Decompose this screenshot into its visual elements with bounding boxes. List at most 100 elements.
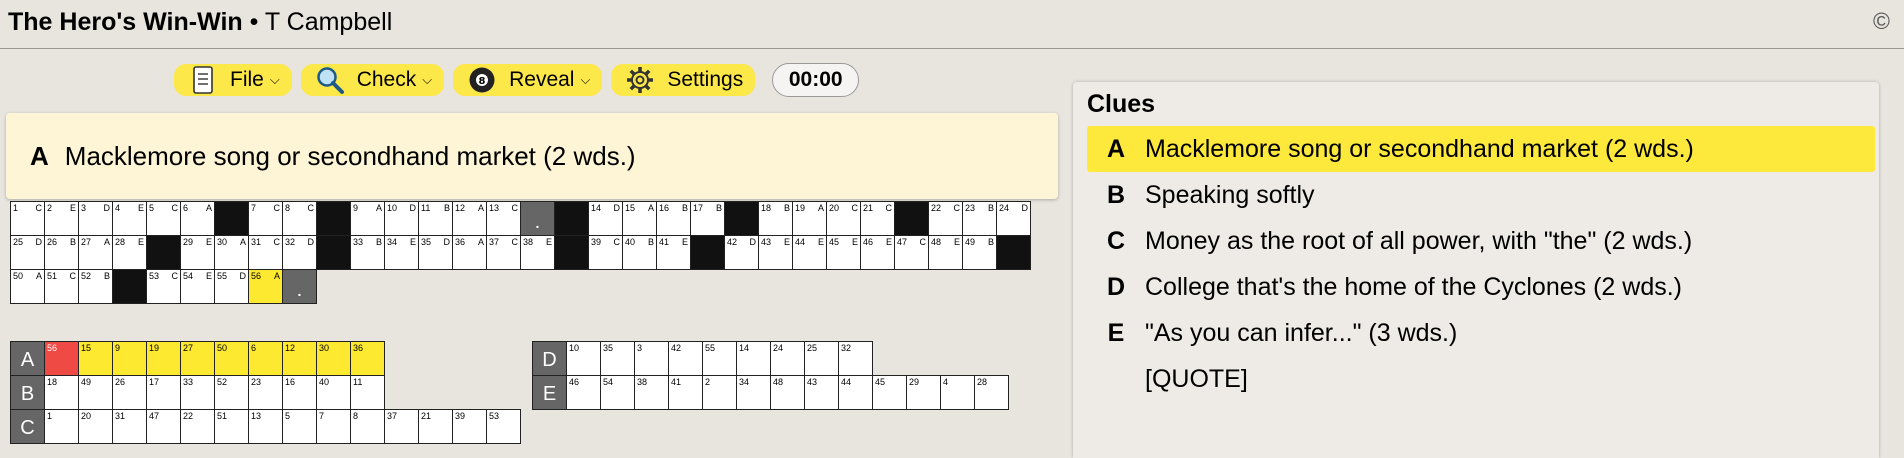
answer-cell[interactable]: 28: [974, 375, 1009, 410]
answer-cell[interactable]: 7: [316, 409, 351, 444]
answer-cell[interactable]: 20: [78, 409, 113, 444]
answer-cell[interactable]: 9: [112, 341, 147, 376]
answer-cell[interactable]: 30: [316, 341, 351, 376]
grid-cell[interactable]: 29 E: [180, 235, 215, 270]
grid-cell[interactable]: 23 B: [962, 201, 997, 236]
answer-cell[interactable]: 34: [736, 375, 771, 410]
answer-cell[interactable]: 40: [316, 375, 351, 410]
answer-cell[interactable]: 3: [634, 341, 669, 376]
clue-item[interactable]: B Speaking softly: [1087, 172, 1875, 218]
grid-cell[interactable]: 18 B: [758, 201, 793, 236]
grid-cell[interactable]: 49 B: [962, 235, 997, 270]
answer-cell[interactable]: 55: [702, 341, 737, 376]
answer-cell[interactable]: 1: [44, 409, 79, 444]
answer-cell[interactable]: 51: [214, 409, 249, 444]
answer-cell[interactable]: 33: [180, 375, 215, 410]
grid-cell[interactable]: 11 B: [418, 201, 453, 236]
check-menu-button[interactable]: Check ⌵: [300, 64, 445, 96]
grid-cell[interactable]: 9A: [350, 201, 385, 236]
grid-cell[interactable]: 51 C: [44, 269, 79, 304]
grid-cell[interactable]: 10 D: [384, 201, 419, 236]
answer-cell[interactable]: 25: [804, 341, 839, 376]
clue-item[interactable]: A Macklemore song or secondhand market (2…: [1087, 126, 1875, 172]
answer-cell[interactable]: 53: [486, 409, 521, 444]
grid-cell[interactable]: 16 B: [656, 201, 691, 236]
grid-cell[interactable]: 37 C: [486, 235, 521, 270]
grid-cell[interactable]: 24 D: [996, 201, 1031, 236]
answer-cell[interactable]: 23: [248, 375, 283, 410]
grid-cell[interactable]: 1C: [10, 201, 45, 236]
answer-cell[interactable]: 52: [214, 375, 249, 410]
answer-cell[interactable]: 14: [736, 341, 771, 376]
settings-button[interactable]: Settings: [611, 64, 756, 96]
grid-cell[interactable]: 12 A: [452, 201, 487, 236]
answer-cell[interactable]: 29: [906, 375, 941, 410]
answer-cell[interactable]: 6: [248, 341, 283, 376]
answer-cell[interactable]: 36: [350, 341, 385, 376]
answer-cell[interactable]: 43: [804, 375, 839, 410]
grid-cell[interactable]: 19 A: [792, 201, 827, 236]
grid-cell[interactable]: 39 C: [588, 235, 623, 270]
answer-cell[interactable]: 35: [600, 341, 635, 376]
answer-cell[interactable]: 56: [44, 341, 79, 376]
grid-cell[interactable]: 31 C: [248, 235, 283, 270]
answer-cell[interactable]: 8: [350, 409, 385, 444]
grid-cell[interactable]: 50 A: [10, 269, 45, 304]
answer-cell[interactable]: 15: [78, 341, 113, 376]
answer-cell[interactable]: 22: [180, 409, 215, 444]
grid-cell[interactable]: 36 A: [452, 235, 487, 270]
clue-item[interactable]: C Money as the root of all power, with "t…: [1087, 218, 1875, 264]
grid-cell[interactable]: 8C: [282, 201, 317, 236]
grid-cell[interactable]: 14 D: [588, 201, 623, 236]
answer-cell[interactable]: 41: [668, 375, 703, 410]
clue-item[interactable]: E "As you can infer..." (3 wds.): [1087, 310, 1875, 356]
answer-cell[interactable]: 45: [872, 375, 907, 410]
grid-cell[interactable]: 25 D: [10, 235, 45, 270]
answer-cell[interactable]: 19: [146, 341, 181, 376]
answer-cell[interactable]: 12: [282, 341, 317, 376]
answer-cell[interactable]: 44: [838, 375, 873, 410]
grid-cell[interactable]: 13 C: [486, 201, 521, 236]
answer-cell[interactable]: 13: [248, 409, 283, 444]
answer-cell[interactable]: 18: [44, 375, 79, 410]
grid-cell[interactable]: 45 E: [826, 235, 861, 270]
answer-cell[interactable]: 17: [146, 375, 181, 410]
grid-cell[interactable]: 15 A: [622, 201, 657, 236]
grid-cell[interactable]: 20 C: [826, 201, 861, 236]
grid-cell[interactable]: 17 B: [690, 201, 725, 236]
grid-cell[interactable]: 54 E: [180, 269, 215, 304]
grid-cell[interactable]: 34 E: [384, 235, 419, 270]
grid-cell[interactable]: 55 D: [214, 269, 249, 304]
answer-cell[interactable]: 11: [350, 375, 385, 410]
answer-cell[interactable]: 46: [566, 375, 601, 410]
answer-cell[interactable]: 48: [770, 375, 805, 410]
answer-cell[interactable]: 4: [940, 375, 975, 410]
answer-cell[interactable]: 10: [566, 341, 601, 376]
reveal-menu-button[interactable]: 8 Reveal ⌵: [453, 64, 603, 96]
answer-cell[interactable]: 37: [384, 409, 419, 444]
grid-cell[interactable]: 43 E: [758, 235, 793, 270]
answer-cell[interactable]: 2: [702, 375, 737, 410]
answer-cell[interactable]: 32: [838, 341, 873, 376]
answer-cell[interactable]: 24: [770, 341, 805, 376]
answer-cell[interactable]: 38: [634, 375, 669, 410]
grid-cell[interactable]: 56 A: [248, 269, 283, 304]
grid-cell[interactable]: 53 C: [146, 269, 181, 304]
grid-cell[interactable]: 22 C: [928, 201, 963, 236]
grid-cell[interactable]: 52 B: [78, 269, 113, 304]
timer[interactable]: 00:00: [772, 63, 860, 97]
answer-cell[interactable]: 16: [282, 375, 317, 410]
answer-cell[interactable]: 21: [418, 409, 453, 444]
grid-cell[interactable]: 28 E: [112, 235, 147, 270]
clue-item[interactable]: [QUOTE]: [1087, 356, 1875, 402]
grid-cell[interactable]: 3D: [78, 201, 113, 236]
grid-cell[interactable]: 27 A: [78, 235, 113, 270]
grid-cell[interactable]: 35 D: [418, 235, 453, 270]
grid-cell[interactable]: 5C: [146, 201, 181, 236]
grid-cell[interactable]: 40 B: [622, 235, 657, 270]
grid-cell[interactable]: 6A: [180, 201, 215, 236]
clue-item[interactable]: D College that's the home of the Cyclones…: [1087, 264, 1875, 310]
file-menu-button[interactable]: File ⌵: [174, 64, 292, 96]
grid-cell[interactable]: 46 E: [860, 235, 895, 270]
grid-cell[interactable]: 4E: [112, 201, 147, 236]
